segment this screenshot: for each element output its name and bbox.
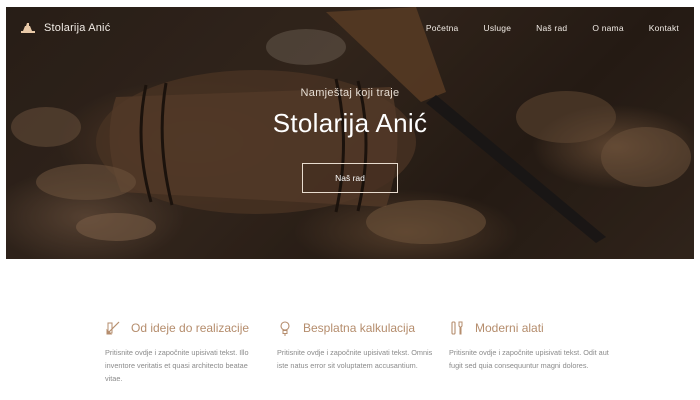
feature-item: Od ideje do realizacije Pritisnite ovdje…: [105, 320, 275, 385]
nav-item-kontakt[interactable]: Kontakt: [649, 23, 679, 33]
brand-name: Stolarija Anić: [44, 22, 111, 34]
main-nav: Početna Usluge Naš rad O nama Kontakt: [401, 23, 679, 33]
nav-item-o-nama[interactable]: O nama: [592, 23, 623, 33]
hero-title: Stolarija Anić: [272, 108, 428, 138]
hero-subtitle: Namještaj koji traje: [300, 87, 400, 99]
nav-item-nas-rad[interactable]: Naš rad: [536, 23, 567, 33]
feature-text: Pritisnite ovdje i započnite upisivati t…: [277, 348, 433, 370]
lightbulb-icon: [280, 321, 290, 336]
feature-item: Moderni alati Pritisnite ovdje i započni…: [449, 320, 619, 372]
carpentry-plane-icon: [21, 23, 35, 33]
feature-header: Od ideje do realizacije: [105, 320, 275, 336]
nav-item-pocetna[interactable]: Početna: [426, 23, 459, 33]
hero-cta-button[interactable]: Naš rad: [302, 163, 398, 193]
feature-item: Besplatna kalkulacija Pritisnite ovdje i…: [277, 320, 447, 372]
feature-title: Od ideje do realizacije: [131, 321, 250, 335]
feature-title: Moderni alati: [475, 321, 544, 335]
feature-header: Moderni alati: [449, 320, 619, 336]
pencil-ruler-icon: [106, 321, 120, 335]
feature-text: Pritisnite ovdje i započnite upisivati t…: [449, 348, 609, 370]
feature-title: Besplatna kalkulacija: [303, 321, 416, 335]
brand[interactable]: Stolarija Anić: [20, 22, 110, 34]
features-section: Od ideje do realizacije Pritisnite ovdje…: [0, 259, 700, 400]
feature-header: Besplatna kalkulacija: [277, 320, 447, 336]
nav-item-usluge[interactable]: Usluge: [483, 23, 511, 33]
feature-text: Pritisnite ovdje i započnite upisivati t…: [105, 348, 249, 383]
hero-section: Stolarija Anić Početna Usluge Naš rad O …: [6, 7, 694, 259]
tools-icon: [451, 321, 463, 335]
